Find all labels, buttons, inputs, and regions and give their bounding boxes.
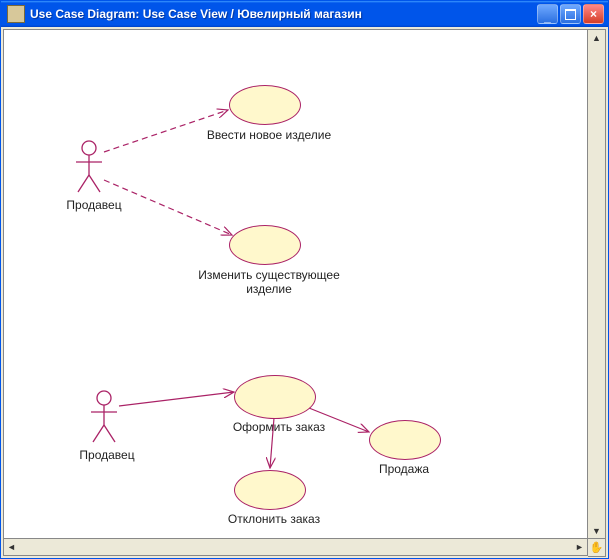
- usecase-sale-label: Продажа: [364, 462, 444, 476]
- titlebar[interactable]: Use Case Diagram: Use Case View / Ювелир…: [1, 1, 608, 27]
- usecase-order-label: Оформить заказ: [219, 420, 339, 434]
- scroll-down-icon[interactable]: ▼: [589, 523, 604, 538]
- window-buttons: _ ×: [537, 4, 604, 24]
- scroll-up-icon[interactable]: ▲: [589, 30, 604, 45]
- minimize-button[interactable]: _: [537, 4, 558, 24]
- maximize-icon: [565, 9, 576, 20]
- maximize-button[interactable]: [560, 4, 581, 24]
- usecase-reject[interactable]: [234, 470, 306, 510]
- usecase-sale[interactable]: [369, 420, 441, 460]
- actor-seller-bottom-label: Продавец: [72, 448, 142, 462]
- client-area: Продавец Ввести новое изделие Изменить с…: [1, 27, 608, 558]
- actor-seller-top-label: Продавец: [59, 198, 129, 212]
- usecase-order[interactable]: [234, 375, 316, 419]
- app-window: Use Case Diagram: Use Case View / Ювелир…: [0, 0, 609, 559]
- usecase-edit-item-label: Изменить существующее изделие: [184, 268, 354, 297]
- diagram-canvas[interactable]: Продавец Ввести новое изделие Изменить с…: [3, 29, 588, 539]
- actor-seller-top[interactable]: [74, 140, 104, 195]
- close-button[interactable]: ×: [583, 4, 604, 24]
- vertical-scrollbar[interactable]: ▲ ▼: [588, 29, 606, 539]
- pan-hand-icon[interactable]: ✋: [588, 539, 606, 557]
- scroll-left-icon[interactable]: ◄: [4, 540, 19, 555]
- usecase-new-item[interactable]: [229, 85, 301, 125]
- scroll-right-icon[interactable]: ►: [572, 540, 587, 555]
- window-title: Use Case Diagram: Use Case View / Ювелир…: [30, 7, 537, 21]
- usecase-reject-label: Отклонить заказ: [214, 512, 334, 526]
- actor-seller-bottom[interactable]: [89, 390, 119, 445]
- horizontal-scrollbar[interactable]: ◄ ►: [3, 539, 588, 556]
- usecase-new-item-label: Ввести новое изделие: [194, 128, 344, 142]
- app-icon: [7, 5, 25, 23]
- usecase-edit-item[interactable]: [229, 225, 301, 265]
